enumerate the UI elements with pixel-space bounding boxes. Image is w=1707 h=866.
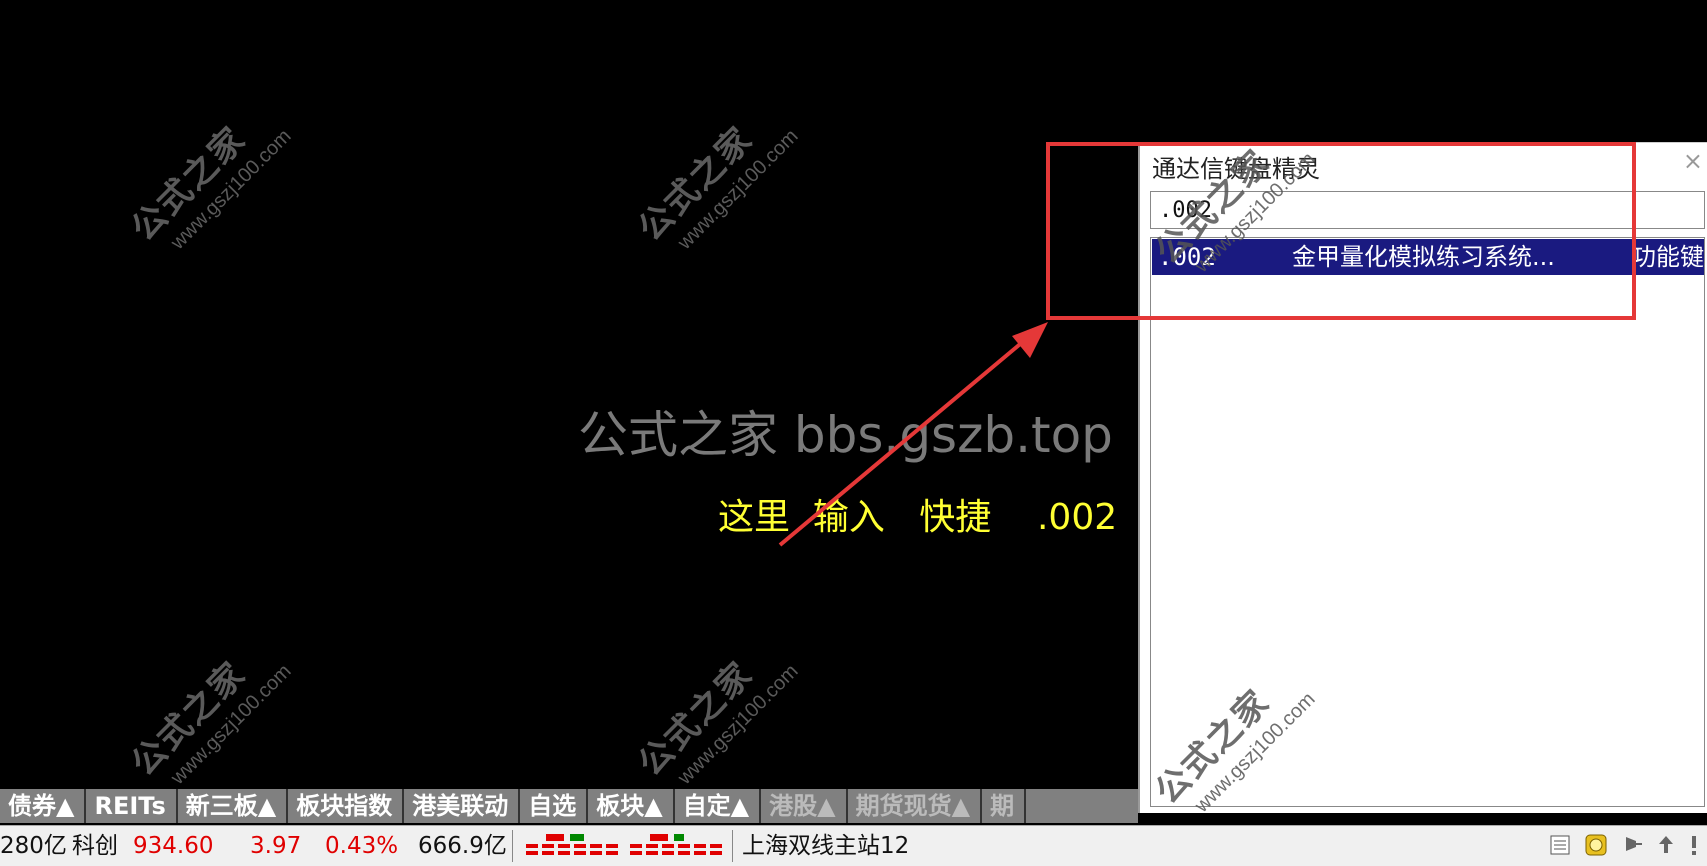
watermark: 公式之家 www.gszj100.com <box>118 89 296 267</box>
result-name: 金甲量化模拟练习系统... <box>1292 243 1555 271</box>
coin-icon[interactable] <box>1584 833 1608 857</box>
watermark-text: 公式之家 <box>123 118 254 249</box>
result-row[interactable]: .002 金甲量化模拟练习系统... 功能键 <box>1152 239 1704 275</box>
prev-index-amount: 280亿 <box>0 833 67 859</box>
status-bar: 280亿 科创 934.60 3.97 0.43% 666.9亿 上海双线主站1… <box>0 825 1707 866</box>
watermark-text: 公式之家 <box>630 653 761 784</box>
tab-custom[interactable]: 自定▲ <box>675 789 762 823</box>
index-amount: 666.9亿 <box>418 833 507 859</box>
tab-neeq[interactable]: 新三板▲ <box>178 789 289 823</box>
tab-bonds[interactable]: 债券▲ <box>0 789 87 823</box>
tab-futures-spot[interactable]: 期货现货▲ <box>848 789 983 823</box>
keyboard-wizard-panel: 通达信键盘精灵 × .002 .002 金甲量化模拟练习系统... 功能键 公式… <box>1138 142 1707 817</box>
watermark-url: www.gszj100.com <box>673 125 803 254</box>
watermark-url: www.gszj100.com <box>673 660 803 789</box>
index-percent: 0.43% <box>325 833 399 859</box>
index-change: 3.97 <box>250 833 302 859</box>
watermark: 公式之家 www.gszj100.com <box>625 624 803 802</box>
result-list[interactable]: .002 金甲量化模拟练习系统... 功能键 <box>1150 237 1705 807</box>
result-code: .002 <box>1158 243 1216 271</box>
tab-hk-stocks[interactable]: 港股▲ <box>761 789 848 823</box>
tab-watchlist[interactable]: 自选 <box>520 789 589 823</box>
alert-icon[interactable] <box>1682 833 1706 857</box>
search-input[interactable]: .002 <box>1150 191 1705 229</box>
tab-more[interactable]: 期 <box>982 789 1027 823</box>
tab-hk-us-link[interactable]: 港美联动 <box>404 789 521 823</box>
index-value: 934.60 <box>133 833 214 859</box>
annotation-hint: 这里 输入 快捷 .002 <box>718 497 1118 538</box>
panel-title: 通达信键盘精灵 <box>1152 155 1320 183</box>
market-breadth-indicator <box>526 834 618 855</box>
center-watermark: 公式之家 bbs.gszb.top <box>578 406 1113 464</box>
close-icon[interactable]: × <box>1683 147 1703 175</box>
tab-sectors[interactable]: 板块▲ <box>588 789 675 823</box>
tab-reits[interactable]: REITs <box>86 789 178 823</box>
watermark-text: 公式之家 <box>630 118 761 249</box>
market-breadth-indicator <box>630 834 722 855</box>
server-name[interactable]: 上海双线主站12 <box>742 826 909 866</box>
divider <box>512 830 513 862</box>
watermark: 公式之家 www.gszj100.com <box>625 89 803 267</box>
watermark-text: 公式之家 <box>123 653 254 784</box>
upload-icon[interactable] <box>1654 833 1678 857</box>
list-icon[interactable] <box>1548 833 1572 857</box>
broadcast-icon[interactable] <box>1620 833 1644 857</box>
watermark: 公式之家 www.gszj100.com <box>118 624 296 802</box>
divider <box>732 830 733 862</box>
category-tab-bar: 债券▲ REITs 新三板▲ 板块指数 港美联动 自选 板块▲ 自定▲ 港股▲ 期货现货▲ 期 <box>0 789 1138 823</box>
watermark-url: www.gszj100.com <box>166 660 296 789</box>
tab-sector-index[interactable]: 板块指数 <box>288 789 405 823</box>
index-name: 科创 <box>72 833 118 859</box>
watermark-url: www.gszj100.com <box>166 125 296 254</box>
result-type: 功能键 <box>1632 243 1704 271</box>
